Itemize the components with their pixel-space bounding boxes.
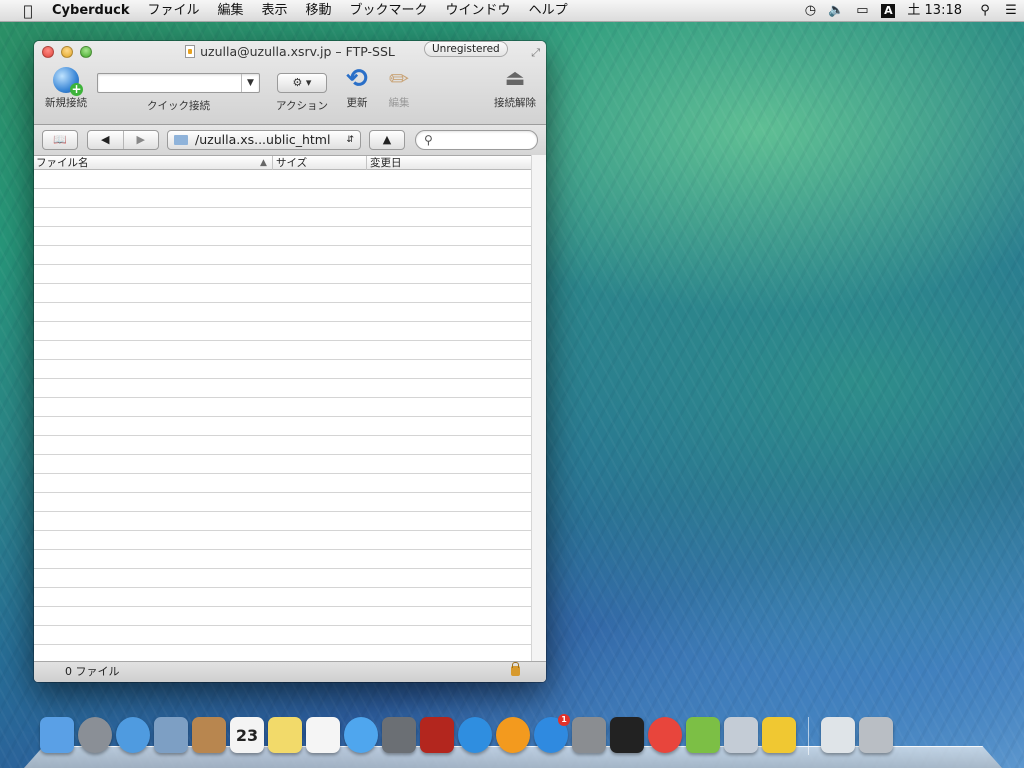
back-arrow-icon[interactable]: ◀ bbox=[88, 131, 123, 149]
time-machine-icon[interactable]: ◷ bbox=[797, 0, 823, 22]
photo-booth-icon[interactable] bbox=[420, 717, 454, 753]
unregistered-badge[interactable]: Unregistered bbox=[424, 41, 508, 57]
spotlight-icon[interactable]: ⚲ bbox=[972, 0, 998, 22]
apple-icon[interactable]:  bbox=[18, 2, 38, 20]
system-preferences-icon[interactable] bbox=[572, 717, 606, 753]
edit-label: 編集 bbox=[388, 97, 410, 109]
utility-icon[interactable] bbox=[724, 717, 758, 753]
status-bar: 0 ファイル bbox=[34, 661, 546, 682]
column-size[interactable]: サイズ bbox=[272, 156, 366, 170]
pencil-icon: ✏ bbox=[388, 65, 410, 93]
file-count: 0 ファイル bbox=[65, 665, 120, 678]
menu-file[interactable]: ファイル bbox=[138, 0, 208, 22]
menu-bar:  Cyberduck ファイル 編集 表示 移動 ブックマーク ウインドウ ヘ… bbox=[0, 0, 1024, 22]
cyberduck-icon[interactable] bbox=[762, 717, 796, 753]
edit-button[interactable]: ✏ 編集 bbox=[380, 65, 418, 110]
chevron-down-icon[interactable]: ▼ bbox=[241, 74, 259, 92]
disconnect-label: 接続解除 bbox=[494, 97, 536, 109]
coda-icon[interactable] bbox=[686, 717, 720, 753]
quick-connect-label: クイック接続 bbox=[147, 100, 210, 112]
calendar-icon[interactable]: 23 bbox=[230, 717, 264, 753]
sort-ascending-icon: ▲ bbox=[260, 158, 267, 168]
refresh-label: 更新 bbox=[346, 97, 368, 109]
lock-icon[interactable] bbox=[511, 662, 520, 676]
facetime-icon[interactable] bbox=[382, 717, 416, 753]
menu-help[interactable]: ヘルプ bbox=[520, 0, 577, 22]
contacts-icon[interactable] bbox=[192, 717, 226, 753]
search-icon: ⚲ bbox=[424, 133, 433, 147]
parent-directory-button[interactable]: ▲ bbox=[369, 130, 405, 150]
folder-icon bbox=[174, 135, 188, 145]
quick-connect-field[interactable]: ▼ bbox=[97, 73, 260, 93]
mail-icon[interactable] bbox=[154, 717, 188, 753]
update-badge: 1 bbox=[558, 714, 570, 726]
menu-edit[interactable]: 編集 bbox=[208, 0, 252, 22]
notification-center-icon[interactable]: ☰ bbox=[998, 0, 1024, 22]
menu-app-name[interactable]: Cyberduck bbox=[46, 0, 138, 22]
column-modified[interactable]: 変更日 bbox=[366, 156, 530, 170]
fullscreen-icon[interactable]: ⤢ bbox=[531, 46, 540, 60]
disconnect-button[interactable]: ⏏ 接続解除 bbox=[490, 65, 540, 110]
app-store-icon[interactable]: 1 bbox=[534, 714, 570, 753]
menu-go[interactable]: 移動 bbox=[297, 0, 341, 22]
calendar-date-text: 23 bbox=[235, 725, 259, 745]
battery-icon[interactable]: ▭ bbox=[849, 0, 875, 22]
path-text: /uzulla.xs...ublic_html bbox=[195, 132, 331, 147]
navigation-bar: 📖 ◀ ▶ /uzulla.xs...ublic_html ⇵ ▲ ⚲ bbox=[34, 125, 546, 156]
trash-icon[interactable] bbox=[859, 717, 893, 753]
book-icon: 📖 bbox=[53, 133, 67, 146]
documents-stack-icon[interactable] bbox=[821, 717, 855, 753]
action-button[interactable]: ⚙ ▾ アクション bbox=[272, 73, 332, 113]
dock: 23 1 bbox=[24, 714, 1002, 768]
dock-separator bbox=[808, 717, 809, 755]
toolbar: 新規接続 ▼ クイック接続 ⚙ ▾ アクション ⟲ 更新 ✏ 編集 ⏏ bbox=[34, 63, 546, 125]
safari-icon[interactable] bbox=[116, 717, 150, 753]
window-title-text: uzulla@uzulla.xsrv.jp – FTP-SSL bbox=[200, 44, 395, 59]
file-list[interactable] bbox=[34, 155, 546, 661]
chrome-icon[interactable] bbox=[648, 717, 682, 753]
quick-connect: ▼ クイック接続 bbox=[97, 73, 260, 113]
search-input[interactable]: ⚲ bbox=[415, 130, 538, 150]
path-popup[interactable]: /uzulla.xs...ublic_html ⇵ bbox=[167, 130, 361, 150]
ibooks-icon[interactable] bbox=[496, 717, 530, 753]
new-connection-label: 新規接続 bbox=[45, 97, 87, 109]
reminders-icon[interactable] bbox=[306, 717, 340, 753]
new-connection-button[interactable]: 新規接続 bbox=[42, 67, 90, 110]
volume-icon[interactable]: 🔈 bbox=[823, 0, 849, 22]
action-label: アクション bbox=[276, 100, 328, 112]
itunes-icon[interactable] bbox=[458, 717, 492, 753]
up-arrow-icon: ▲ bbox=[382, 133, 392, 146]
column-filename[interactable]: ファイル名 bbox=[34, 156, 272, 170]
ime-icon[interactable]: A bbox=[875, 0, 901, 22]
title-toolbar-area: uzulla@uzulla.xsrv.jp – FTP-SSL Unregist… bbox=[34, 41, 546, 125]
finder-icon[interactable] bbox=[40, 717, 74, 753]
back-forward-control: ◀ ▶ bbox=[87, 130, 159, 150]
notes-icon[interactable] bbox=[268, 717, 302, 753]
menu-window[interactable]: ウインドウ bbox=[437, 0, 520, 22]
forward-arrow-icon[interactable]: ▶ bbox=[122, 131, 159, 149]
launchpad-icon[interactable] bbox=[78, 717, 112, 753]
gear-icon: ⚙ ▾ bbox=[277, 73, 327, 93]
terminal-icon[interactable] bbox=[610, 717, 644, 753]
menu-view[interactable]: 表示 bbox=[253, 0, 297, 22]
refresh-icon: ⟲ bbox=[346, 64, 368, 94]
menu-bookmarks[interactable]: ブックマーク bbox=[341, 0, 437, 22]
browser-window: uzulla@uzulla.xsrv.jp – FTP-SSL Unregist… bbox=[34, 41, 546, 682]
dock-icons: 23 1 bbox=[40, 714, 893, 755]
globe-add-icon bbox=[53, 67, 83, 96]
vertical-scrollbar[interactable] bbox=[531, 155, 546, 661]
refresh-button[interactable]: ⟲ 更新 bbox=[338, 65, 376, 110]
document-proxy-icon[interactable] bbox=[185, 45, 196, 58]
file-list-header: ファイル名 ▲ サイズ 変更日 bbox=[34, 156, 546, 170]
bookmarks-toggle-button[interactable]: 📖 bbox=[42, 130, 78, 150]
messages-icon[interactable] bbox=[344, 717, 378, 753]
eject-icon: ⏏ bbox=[504, 66, 526, 91]
popup-arrows-icon: ⇵ bbox=[346, 135, 354, 145]
menu-clock[interactable]: 土 13:18 bbox=[901, 0, 972, 22]
